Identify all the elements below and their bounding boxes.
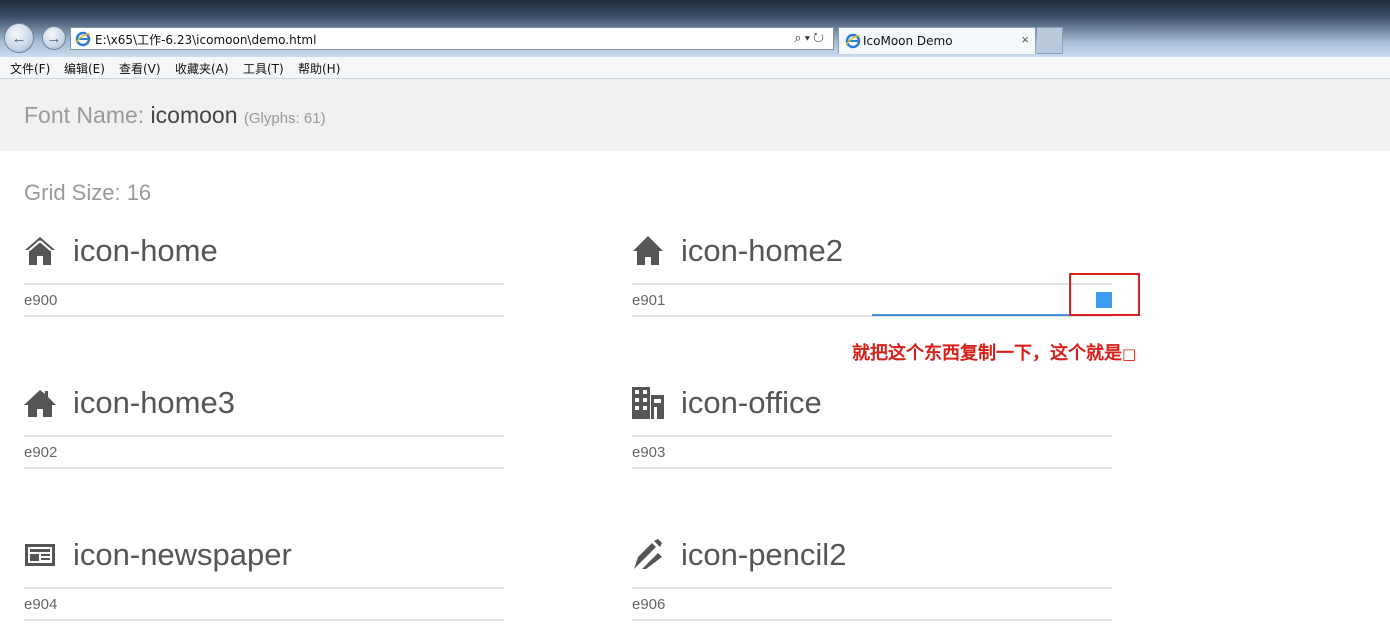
forward-arrow-icon: → (46, 29, 62, 47)
ie-logo-icon (75, 31, 91, 47)
search-refresh-icon[interactable]: ⌕▾↻ (794, 30, 827, 46)
annotation-label: 就把这个东西复制一下，这个就是 (852, 343, 1122, 364)
pencil2-icon (634, 539, 662, 569)
font-name-label: Font Name: (24, 102, 145, 128)
tab-close-icon[interactable]: × (1021, 32, 1029, 47)
menu-help[interactable]: 帮助(H) (298, 60, 340, 77)
divider (24, 315, 504, 317)
glyph-name: icon-home (73, 233, 218, 268)
font-name-line: Font Name: icomoon (Glyphs: 61) (24, 102, 326, 129)
font-name-value: icomoon (150, 102, 238, 128)
divider (632, 467, 1112, 469)
divider (24, 467, 504, 469)
browser-chrome: ← → E:\x65\工作-6.23\icomoon\demo.html ⌕▾↻… (0, 0, 1390, 57)
back-arrow-icon: ← (11, 29, 27, 47)
glyph-name: icon-home2 (681, 233, 843, 268)
annotation-text: 就把这个东西复制一下，这个就是□ (852, 339, 1136, 365)
forward-button[interactable]: → (42, 26, 66, 50)
glyph-name: icon-home3 (73, 385, 235, 420)
divider (632, 283, 1112, 285)
glyph-name: icon-newspaper (73, 537, 292, 572)
divider (632, 587, 1112, 589)
glyph-name: icon-office (681, 385, 822, 420)
selected-input-underline (872, 314, 1072, 316)
glyph-box-icon: □ (1122, 345, 1137, 363)
font-header: Font Name: icomoon (Glyphs: 61) (0, 79, 1390, 151)
glyph-code[interactable]: e900 (24, 292, 57, 309)
divider (24, 619, 504, 621)
divider (632, 619, 1112, 621)
home-icon (25, 237, 55, 265)
menu-tools[interactable]: 工具(T) (243, 60, 284, 77)
menu-edit[interactable]: 编辑(E) (64, 60, 105, 77)
glyph-code[interactable]: e904 (24, 596, 57, 613)
office-icon (632, 387, 664, 419)
ie-logo-icon (845, 33, 861, 49)
url-text: E:\x65\工作-6.23\icomoon\demo.html (95, 33, 317, 47)
unicode-glyph-square[interactable] (1096, 292, 1112, 308)
tab-icomoon-demo[interactable]: IcoMoon Demo × (838, 27, 1036, 54)
address-bar[interactable]: E:\x65\工作-6.23\icomoon\demo.html ⌕▾↻ (70, 27, 834, 50)
divider (24, 283, 504, 285)
home3-icon (24, 390, 56, 417)
glyph-count: (Glyphs: 61) (243, 110, 326, 127)
glyph-code[interactable]: e902 (24, 444, 57, 461)
glyph-code[interactable]: e906 (632, 596, 665, 613)
menu-bar: 文件(F) 编辑(E) 查看(V) 收藏夹(A) 工具(T) 帮助(H) (0, 57, 1390, 79)
divider (632, 435, 1112, 437)
menu-view[interactable]: 查看(V) (119, 60, 161, 77)
newspaper-icon (25, 544, 55, 566)
divider (24, 587, 504, 589)
menu-file[interactable]: 文件(F) (10, 60, 50, 77)
grid-size: Grid Size: 16 (24, 180, 152, 205)
glyph-code[interactable]: e901 (632, 292, 665, 309)
divider (24, 435, 504, 437)
new-tab-button[interactable] (1037, 27, 1063, 54)
tab-title: IcoMoon Demo (863, 34, 953, 48)
highlight-box (1069, 273, 1140, 316)
home2-icon (633, 236, 663, 265)
back-button[interactable]: ← (4, 23, 34, 53)
glyph-name: icon-pencil2 (681, 537, 847, 572)
glyph-code[interactable]: e903 (632, 444, 665, 461)
menu-favorites[interactable]: 收藏夹(A) (175, 60, 229, 77)
